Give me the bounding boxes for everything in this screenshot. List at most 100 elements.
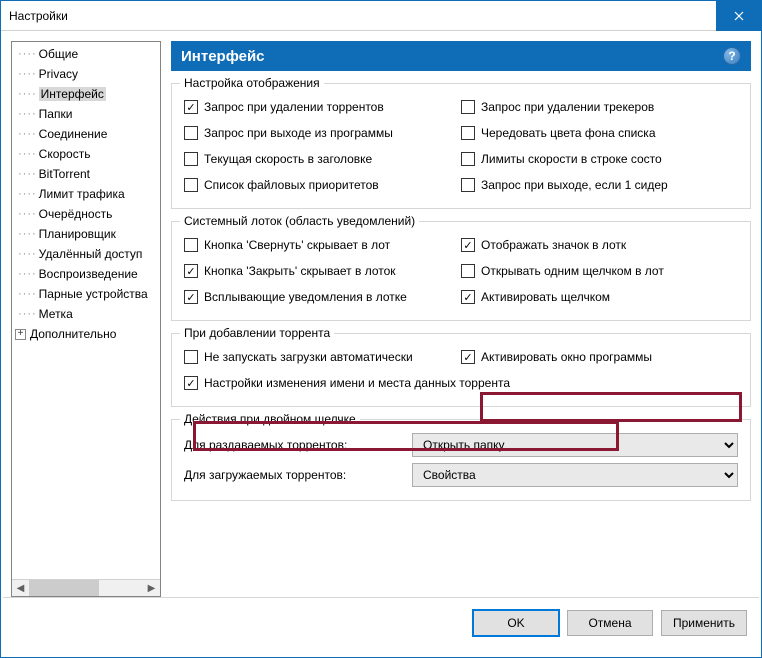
tree-item-13[interactable]: ····Метка (12, 304, 160, 324)
display-opt-left-2: Текущая скорость в заголовке (184, 146, 461, 172)
checkbox-label: Открывать одним щелчком в лот (481, 264, 664, 278)
checkbox[interactable] (184, 264, 198, 278)
checkbox-label: Текущая скорость в заголовке (204, 152, 372, 166)
expand-icon[interactable]: + (15, 329, 26, 340)
tree-branch-icon: ···· (18, 248, 37, 260)
checkbox[interactable] (461, 264, 475, 278)
combo-label: Для загружаемых торрентов: (184, 468, 404, 482)
display-opt-left-1: Запрос при выходе из программы (184, 120, 461, 146)
tray-opt-left-0: Кнопка 'Свернуть' скрывает в лот (184, 232, 461, 258)
group-title: При добавлении торрента (180, 326, 334, 340)
window-title: Настройки (1, 9, 68, 23)
group-doubleclick: Действия при двойном щелчке Для раздавае… (171, 419, 751, 501)
tree-item-11[interactable]: ····Воспроизведение (12, 264, 160, 284)
tray-opt-right-1: Открывать одним щелчком в лот (461, 258, 738, 284)
scroll-right-icon[interactable]: ▶ (143, 580, 160, 597)
checkbox[interactable] (461, 290, 475, 304)
tree-branch-icon: ···· (18, 108, 37, 120)
display-opt-right-2: Лимиты скорости в строке состо (461, 146, 738, 172)
checkbox[interactable] (461, 350, 475, 364)
combo-1[interactable]: Свойства (412, 463, 738, 487)
group-title: Действия при двойном щелчке (180, 412, 360, 426)
checkbox[interactable] (461, 100, 475, 114)
checkbox-label: Чередовать цвета фона списка (481, 126, 656, 140)
dblclick-row-0: Для раздаваемых торрентов:Открыть папку (184, 430, 738, 460)
checkbox-label: Лимиты скорости в строке состо (481, 152, 662, 166)
checkbox[interactable] (461, 178, 475, 192)
tree-item-8[interactable]: ····Очерёдность (12, 204, 160, 224)
tree-item-label: Очерёдность (39, 207, 113, 221)
tree-scrollbar[interactable]: ◀ ▶ (12, 579, 160, 596)
combo-0[interactable]: Открыть папку (412, 433, 738, 457)
display-opt-right-3: Запрос при выходе, если 1 сидер (461, 172, 738, 198)
tree-item-label: Общие (39, 47, 78, 61)
tree-item-2[interactable]: ····Интерфейс (12, 84, 160, 104)
checkbox[interactable] (184, 238, 198, 252)
close-button[interactable] (716, 1, 761, 31)
checkbox[interactable] (461, 238, 475, 252)
tray-opt-right-2: Активировать щелчком (461, 284, 738, 310)
tree-item-0[interactable]: ····Общие (12, 44, 160, 64)
tree-branch-icon: ···· (18, 308, 37, 320)
section-header: Интерфейс ? (171, 41, 751, 71)
tray-opt-left-1: Кнопка 'Закрыть' скрывает в лоток (184, 258, 461, 284)
section-title: Интерфейс (181, 48, 265, 65)
group-title: Настройка отображения (180, 76, 324, 90)
checkbox-label: Запрос при выходе из программы (204, 126, 393, 140)
tree-item-14[interactable]: + Дополнительно (12, 324, 160, 344)
scrollbar-thumb[interactable] (29, 580, 99, 597)
tree-item-label: Дополнительно (30, 327, 116, 341)
scroll-left-icon[interactable]: ◀ (12, 580, 29, 597)
checkbox[interactable] (461, 126, 475, 140)
category-tree: ····Общие····Privacy····Интерфейс····Пап… (11, 41, 161, 597)
checkbox[interactable] (184, 178, 198, 192)
group-tray: Системный лоток (область уведомлений) Кн… (171, 221, 751, 321)
checkbox[interactable] (461, 152, 475, 166)
checkbox-label: Запрос при удалении торрентов (204, 100, 384, 114)
tree-item-10[interactable]: ····Удалённый доступ (12, 244, 160, 264)
checkbox[interactable] (184, 376, 198, 390)
ok-button[interactable]: OK (473, 610, 559, 636)
apply-button[interactable]: Применить (661, 610, 747, 636)
cancel-button[interactable]: Отмена (567, 610, 653, 636)
checkbox-label: Не запускать загрузки автоматически (204, 350, 413, 364)
tree-item-label: Соединение (39, 127, 108, 141)
display-opt-right-1: Чередовать цвета фона списка (461, 120, 738, 146)
tree-branch-icon: ···· (18, 128, 37, 140)
tree-item-4[interactable]: ····Соединение (12, 124, 160, 144)
button-bar: OK Отмена Применить (3, 597, 759, 647)
tree-item-6[interactable]: ····BitTorrent (12, 164, 160, 184)
checkbox[interactable] (184, 126, 198, 140)
checkbox-label: Кнопка 'Закрыть' скрывает в лоток (204, 264, 396, 278)
checkbox[interactable] (184, 152, 198, 166)
tree-item-12[interactable]: ····Парные устройства (12, 284, 160, 304)
checkbox-label: Активировать щелчком (481, 290, 610, 304)
add-opt-right-0: Активировать окно программы (461, 344, 738, 370)
titlebar: Настройки (1, 1, 761, 31)
tree-item-3[interactable]: ····Папки (12, 104, 160, 124)
tree-item-label: Парные устройства (39, 287, 148, 301)
tree-item-9[interactable]: ····Планировщик (12, 224, 160, 244)
checkbox-label: Отображать значок в лотк (481, 238, 626, 252)
tree-branch-icon: ···· (18, 288, 37, 300)
checkbox[interactable] (184, 290, 198, 304)
tree-item-7[interactable]: ····Лимит трафика (12, 184, 160, 204)
tree-item-5[interactable]: ····Скорость (12, 144, 160, 164)
tree-item-label: Лимит трафика (39, 187, 125, 201)
tree-item-label: Воспроизведение (39, 267, 138, 281)
close-icon (734, 11, 744, 21)
tray-opt-right-0: Отображать значок в лотк (461, 232, 738, 258)
tree-item-label: Планировщик (39, 227, 116, 241)
tree-item-label: Privacy (39, 67, 78, 81)
tree-item-1[interactable]: ····Privacy (12, 64, 160, 84)
content-panel: Интерфейс ? Настройка отображения Запрос… (171, 41, 751, 597)
tree-branch-icon: ···· (18, 228, 37, 240)
tree-branch-icon: ···· (18, 88, 37, 100)
checkbox[interactable] (184, 350, 198, 364)
checkbox[interactable] (184, 100, 198, 114)
add-opt-full-0: Настройки изменения имени и места данных… (184, 370, 738, 396)
group-add-torrent: При добавлении торрента Не запускать заг… (171, 333, 751, 407)
checkbox-label: Всплывающие уведомления в лотке (204, 290, 407, 304)
tree-branch-icon: ···· (18, 208, 37, 220)
help-icon[interactable]: ? (723, 47, 741, 65)
